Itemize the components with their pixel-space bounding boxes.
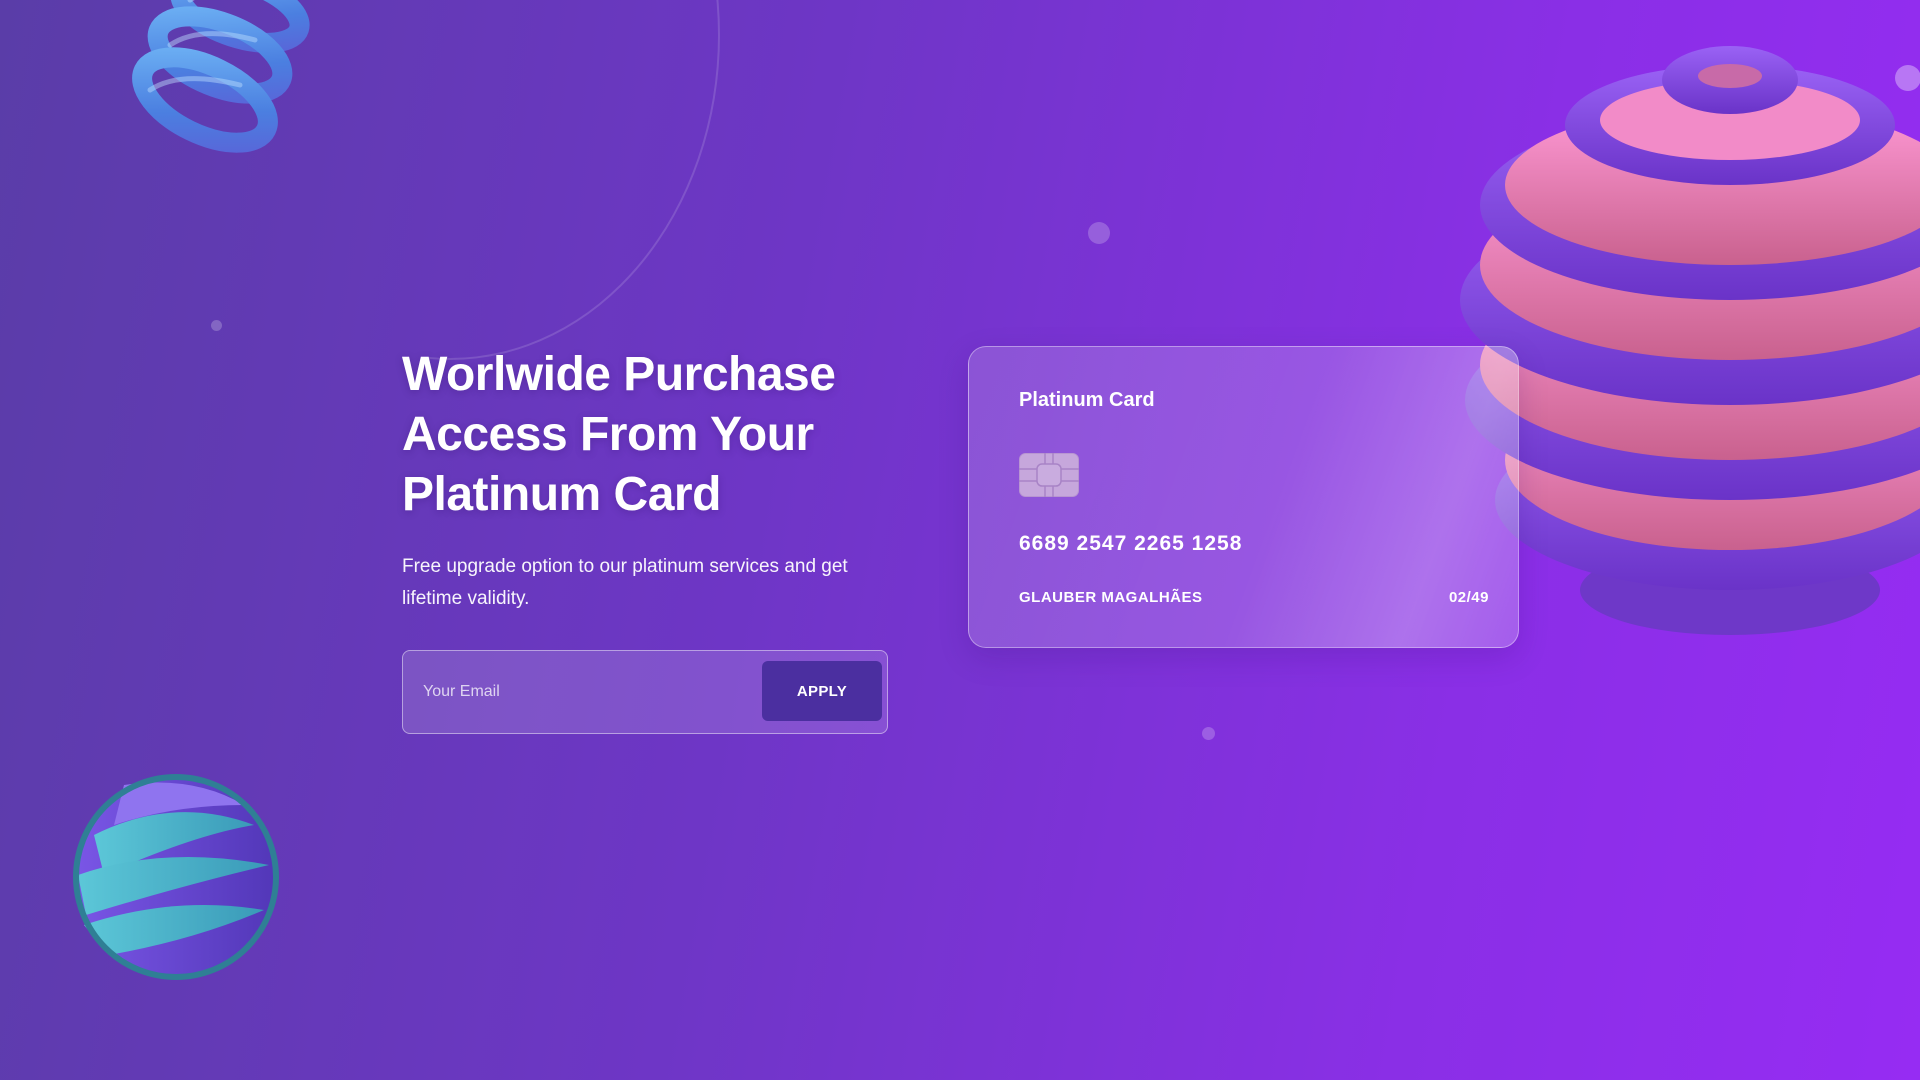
hero-title-line: Platinum Card xyxy=(402,468,721,521)
decorative-dot xyxy=(1202,727,1215,740)
hero-title-line: Worlwide Purchase xyxy=(402,348,836,401)
platinum-card: Platinum Card 6689 2547 2265 1258 GLAUBE… xyxy=(968,346,1519,648)
decorative-dot xyxy=(1088,222,1110,244)
card-number: 6689 2547 2265 1258 xyxy=(1019,532,1243,555)
decorative-dot xyxy=(211,320,222,331)
card-holder: GLAUBER MAGALHÃES xyxy=(1019,589,1203,606)
striped-ball-icon xyxy=(73,774,279,980)
hero-section: Worlwide Purchase Access From Your Plati… xyxy=(402,345,922,615)
email-form: APPLY xyxy=(402,650,888,734)
apply-button[interactable]: APPLY xyxy=(762,661,882,721)
page: Worlwide Purchase Access From Your Plati… xyxy=(0,0,1920,1080)
hero-subtitle: Free upgrade option to our platinum serv… xyxy=(402,556,848,609)
spiral-icon xyxy=(132,0,310,153)
hero-title-line: Access From Your xyxy=(402,408,814,461)
chip-icon xyxy=(1019,453,1079,497)
card-title: Platinum Card xyxy=(1019,389,1155,411)
email-input[interactable] xyxy=(423,671,753,713)
hero-title: Worlwide Purchase Access From Your Plati… xyxy=(402,345,922,525)
card-expiry: 02/49 xyxy=(1448,589,1489,606)
